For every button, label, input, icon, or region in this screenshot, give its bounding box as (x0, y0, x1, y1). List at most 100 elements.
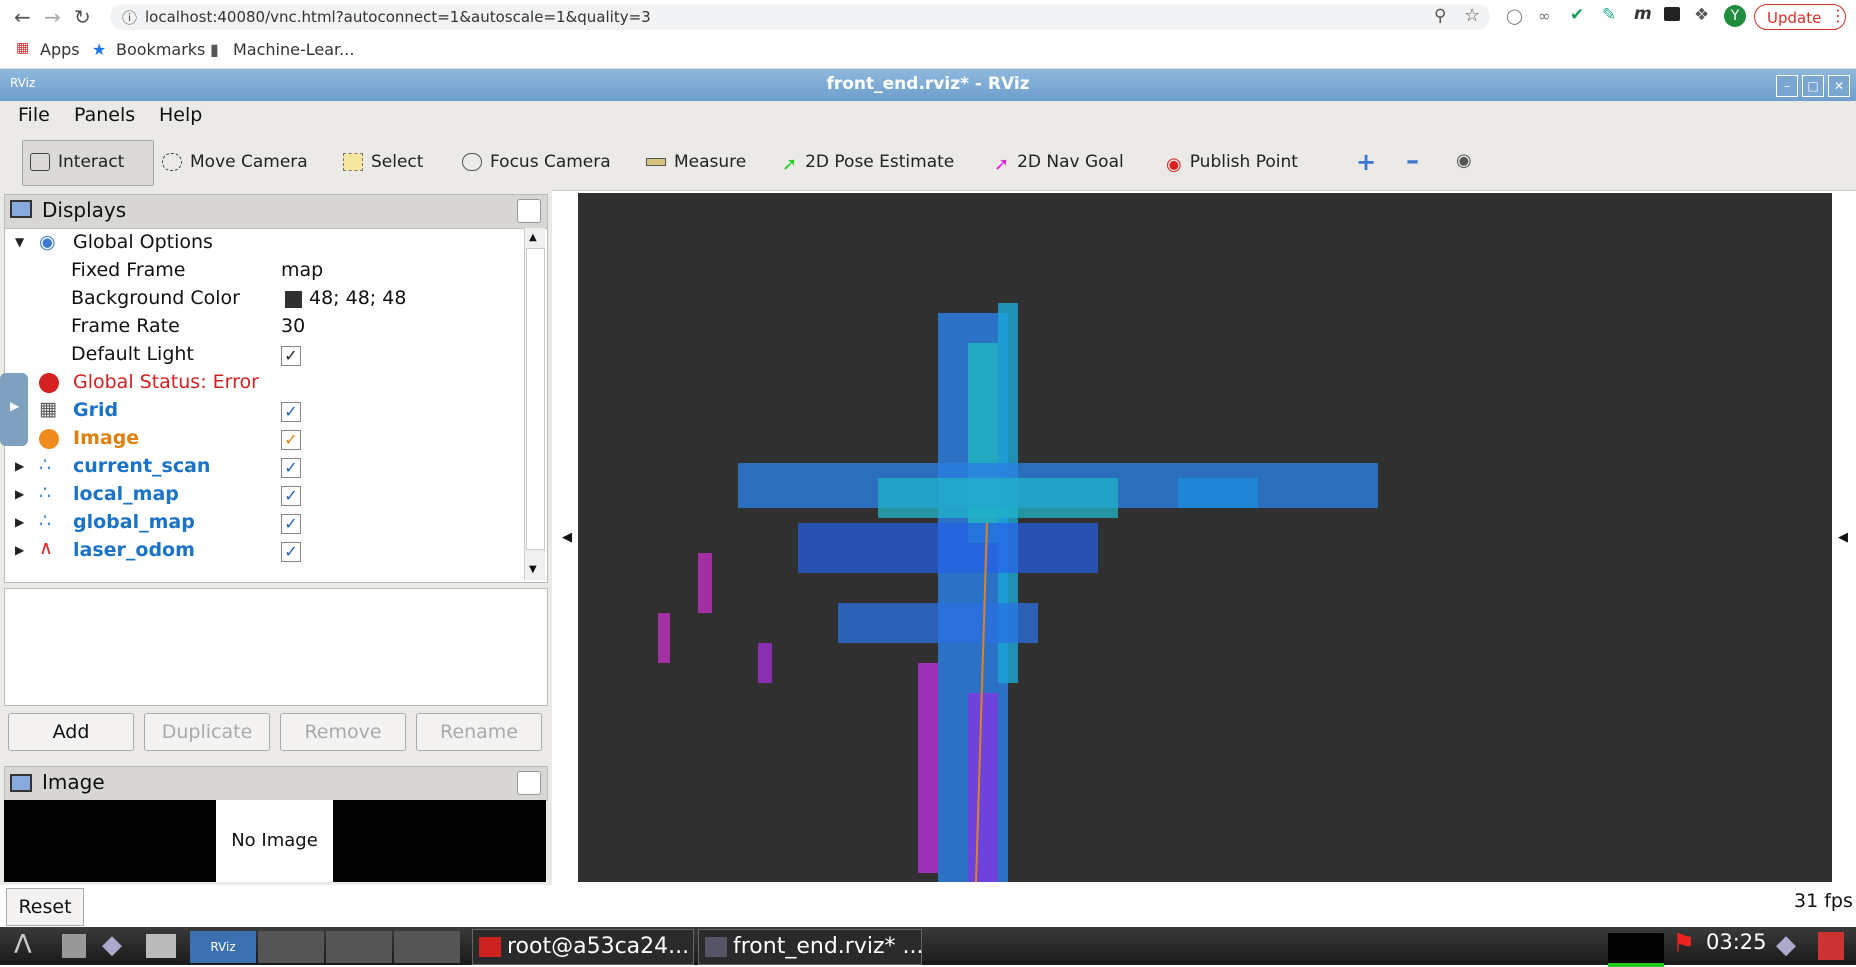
expand-arrow-icon[interactable]: ▶ (15, 459, 24, 473)
workspace-1[interactable]: RViz (190, 931, 256, 963)
remove-button[interactable]: Remove (280, 713, 406, 751)
render-viewport[interactable] (578, 193, 1832, 882)
pose-estimate-tool[interactable]: ➚ 2D Pose Estimate (782, 152, 954, 175)
workspace-3[interactable] (326, 931, 392, 963)
tree-row-laser-odom[interactable]: ▶ ∧ laser_odom ✓ (5, 537, 525, 565)
image-checkbox[interactable]: ✓ (281, 430, 301, 450)
forward-icon[interactable]: → (44, 5, 61, 29)
interact-tool[interactable]: Interact (30, 152, 124, 172)
red-flag-icon[interactable]: ⚑ (1672, 929, 1695, 959)
reset-button[interactable]: Reset (6, 888, 84, 926)
grid-icon: ▦ (39, 398, 57, 420)
maximize-icon[interactable]: □ (1802, 75, 1824, 97)
tree-row-global-status[interactable]: Global Status: Error (5, 369, 525, 397)
grid-checkbox[interactable]: ✓ (281, 402, 301, 422)
star-icon[interactable]: ☆ (1464, 5, 1480, 26)
default-light-checkbox[interactable]: ✓ (281, 346, 301, 366)
tree-row-image[interactable]: Image ✓ (5, 425, 525, 453)
tree-row-local-map[interactable]: ▶ ∴ local_map ✓ (5, 481, 525, 509)
diamond-icon[interactable]: ◆ (102, 930, 122, 960)
current-scan-checkbox[interactable]: ✓ (281, 458, 301, 478)
frame-rate-value[interactable]: 30 (281, 315, 305, 337)
rename-button[interactable]: Rename (416, 713, 542, 751)
tree-row-background-color[interactable]: Background Color 48; 48; 48 (5, 285, 525, 313)
bookmark-apps[interactable]: Apps (40, 40, 80, 59)
start-menu-icon[interactable]: Λ (14, 930, 32, 960)
url-text[interactable]: localhost:40080/vnc.html?autoconnect=1&a… (145, 8, 651, 26)
tree-row-global-options[interactable]: ▼ ◉ Global Options (5, 229, 525, 257)
expand-arrow-icon[interactable]: ▶ (15, 515, 24, 529)
publish-point-tool[interactable]: ◉ Publish Point (1166, 152, 1298, 175)
extension-dark-icon[interactable] (1664, 7, 1680, 21)
info-icon[interactable]: ⓘ (122, 7, 137, 28)
global-map-checkbox[interactable]: ✓ (281, 514, 301, 534)
focus-camera-tool[interactable]: Focus Camera (462, 152, 611, 172)
scroll-thumb[interactable] (526, 248, 545, 550)
tree-row-global-map[interactable]: ▶ ∴ global_map ✓ (5, 509, 525, 537)
measure-tool[interactable]: Measure (646, 152, 746, 172)
bookmark-bookmarks[interactable]: Bookmarks (116, 40, 205, 59)
tree-row-frame-rate[interactable]: Frame Rate 30 (5, 313, 525, 341)
add-button[interactable]: Add (8, 713, 134, 751)
expand-arrow-icon[interactable]: ▶ (15, 543, 24, 557)
add-tool-plus-icon[interactable]: + (1356, 148, 1376, 176)
tray-diamond-icon[interactable]: ◆ (1776, 930, 1796, 960)
magenta-fragment-3 (758, 643, 772, 683)
extension-link-icon[interactable]: ∞ (1538, 7, 1551, 25)
zoom-icon[interactable]: ⚲ (1434, 6, 1446, 26)
avatar[interactable]: Y (1724, 5, 1746, 27)
tree-scrollbar[interactable]: ▲ ▼ (524, 228, 545, 580)
kebab-menu-icon[interactable]: ⋮ (1830, 6, 1846, 25)
scroll-down-icon[interactable]: ▼ (529, 564, 537, 575)
extension-m-icon[interactable]: m (1634, 4, 1652, 24)
menu-help[interactable]: Help (159, 104, 202, 126)
nav-goal-tool[interactable]: ➚ 2D Nav Goal (994, 152, 1124, 175)
back-icon[interactable]: ← (14, 5, 31, 29)
reload-icon[interactable]: ↻ (74, 5, 91, 29)
taskbar-rviz[interactable]: front_end.rviz* ... (698, 929, 923, 965)
logout-icon[interactable] (1818, 932, 1844, 960)
point-cloud-icon: ∴ (39, 482, 52, 504)
workspace-4[interactable] (394, 931, 460, 963)
side-dock-handle[interactable]: ▶ (0, 373, 28, 446)
tree-row-current-scan[interactable]: ▶ ∴ current_scan ✓ (5, 453, 525, 481)
duplicate-button[interactable]: Duplicate (144, 713, 270, 751)
global-options-label: Global Options (73, 231, 213, 253)
tree-row-fixed-frame[interactable]: Fixed Frame map (5, 257, 525, 285)
taskbar-terminal[interactable]: root@a53ca24... (472, 929, 694, 965)
tree-row-grid[interactable]: ▦ Grid ✓ (5, 397, 525, 425)
collapse-arrow-icon[interactable]: ▼ (15, 235, 24, 249)
laser-odom-checkbox[interactable]: ✓ (281, 542, 301, 562)
windows-icon[interactable] (146, 934, 176, 958)
collapse-left-icon[interactable]: ◀ (562, 530, 572, 545)
file-manager-icon[interactable] (62, 934, 86, 958)
tree-row-default-light[interactable]: Default Light ✓ (5, 341, 525, 369)
select-tool[interactable]: Select (343, 152, 423, 172)
remove-tool-minus-icon[interactable]: – (1406, 146, 1419, 176)
displays-float-checkbox[interactable] (517, 199, 541, 223)
menu-panels[interactable]: Panels (74, 104, 135, 126)
background-color-value[interactable]: 48; 48; 48 (309, 287, 406, 309)
color-swatch[interactable] (285, 291, 302, 308)
collapse-right-icon[interactable]: ◀ (1838, 530, 1848, 545)
extension-pen-icon[interactable]: ✎ (1602, 5, 1616, 25)
puzzle-icon[interactable]: ❖ (1694, 5, 1709, 25)
extension-check-icon[interactable]: ✔ (1570, 5, 1584, 25)
expand-arrow-icon[interactable]: ▶ (15, 487, 24, 501)
apps-icon[interactable]: ▦ (16, 40, 29, 56)
local-map-label: local_map (73, 483, 179, 505)
close-icon[interactable]: ✕ (1828, 75, 1850, 97)
point-cloud-icon: ∴ (39, 454, 52, 476)
minimize-icon[interactable]: – (1776, 75, 1798, 97)
image-float-checkbox[interactable] (517, 771, 541, 795)
workspace-2[interactable] (258, 931, 324, 963)
local-map-checkbox[interactable]: ✓ (281, 486, 301, 506)
view-eye-icon[interactable]: ◉ (1456, 150, 1472, 171)
scroll-up-icon[interactable]: ▲ (529, 232, 537, 243)
extension-shield-icon[interactable]: ◯ (1506, 7, 1523, 25)
move-camera-tool[interactable]: Move Camera (162, 152, 308, 172)
fixed-frame-value[interactable]: map (281, 259, 323, 281)
menu-file[interactable]: File (18, 104, 50, 126)
image-panel-title: Image (42, 770, 105, 794)
bookmark-machine-learning[interactable]: Machine-Lear... (233, 40, 354, 59)
